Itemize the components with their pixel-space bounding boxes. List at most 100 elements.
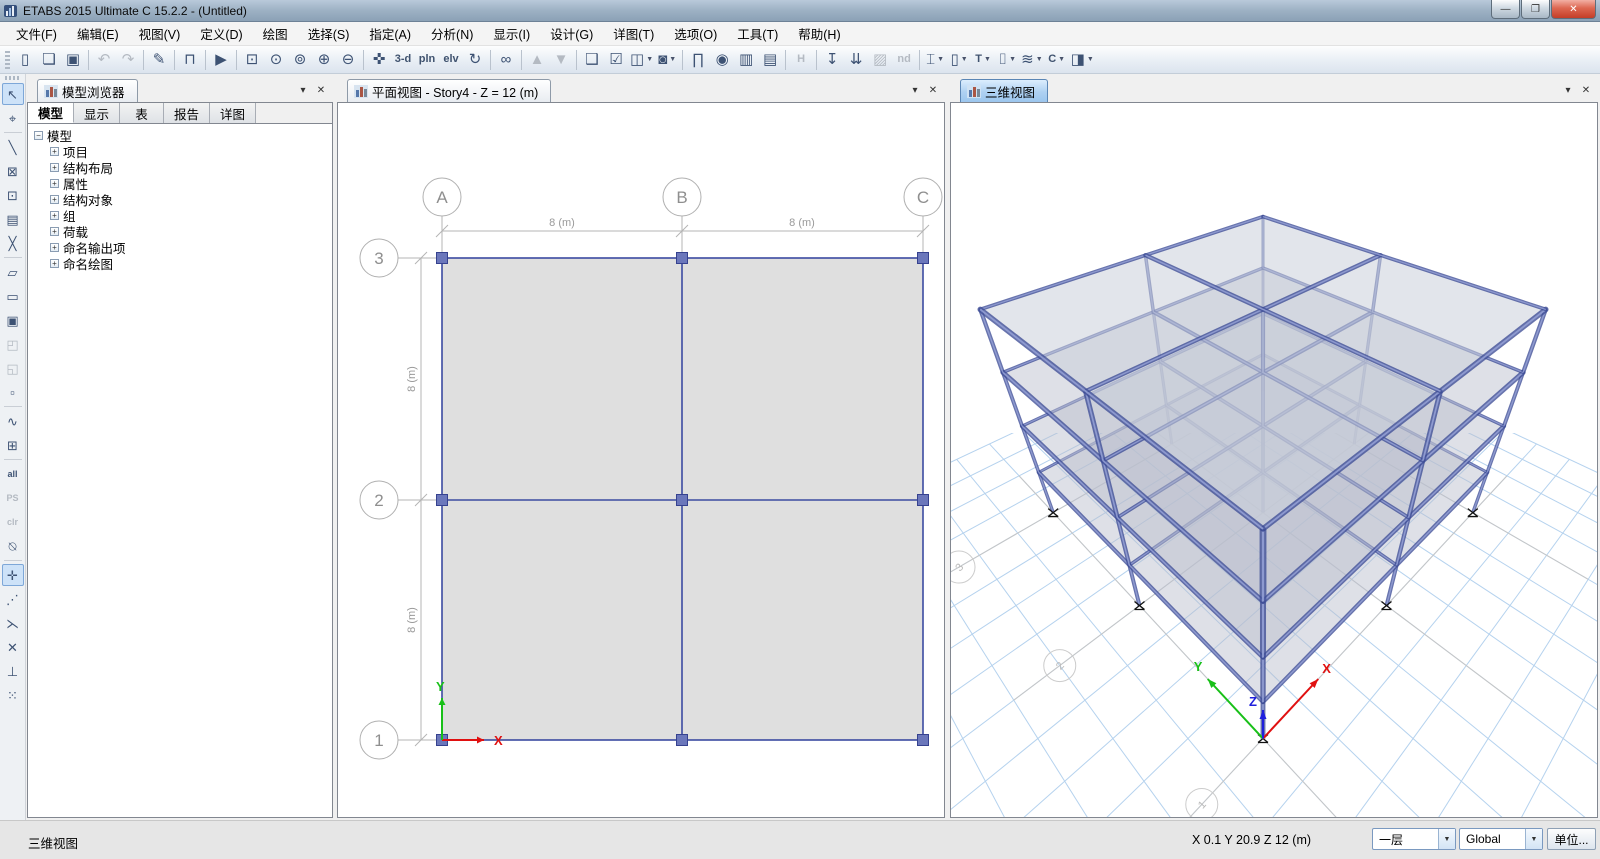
plan-canvas[interactable]: A B C 3 2 1 8 (m) 8 (m) 8 (m) 8 (m): [338, 103, 944, 817]
close-button[interactable]: ✕: [1551, 0, 1596, 19]
edit-grid-button[interactable]: ⊞: [2, 434, 24, 456]
browser-tab-3[interactable]: 报告: [164, 103, 210, 123]
save-model-button[interactable]: ▣: [61, 48, 85, 72]
panel-menu-icon[interactable]: ▾: [295, 83, 311, 97]
browser-tab-2[interactable]: 表: [120, 103, 164, 123]
browser-tab-4[interactable]: 详图: [210, 103, 256, 123]
expand-icon[interactable]: +: [50, 259, 59, 268]
menu-item-1[interactable]: 编辑(E): [67, 21, 129, 46]
section-tee-button[interactable]: T▼: [971, 48, 995, 72]
expand-icon[interactable]: +: [50, 163, 59, 172]
snap-to-midpoints-button[interactable]: ⋋: [2, 612, 24, 634]
zoom-in-button[interactable]: ⊕: [312, 48, 336, 72]
expand-icon[interactable]: +: [50, 179, 59, 188]
view3d-menu-icon[interactable]: ▾: [1560, 83, 1576, 97]
chevron-down-icon[interactable]: ▼: [646, 56, 653, 63]
expand-icon[interactable]: +: [50, 243, 59, 252]
menu-item-11[interactable]: 选项(O): [664, 21, 727, 46]
set-display-options-button[interactable]: ☑: [604, 48, 628, 72]
expand-icon[interactable]: +: [50, 147, 59, 156]
menu-item-8[interactable]: 显示(I): [483, 21, 540, 46]
select-all-button[interactable]: all: [2, 463, 24, 485]
deselect-lines-button[interactable]: ⍉: [2, 535, 24, 557]
plan-menu-icon[interactable]: ▾: [907, 83, 923, 97]
view3d-close-icon[interactable]: ✕: [1578, 83, 1594, 97]
rubber-band-zoom-button[interactable]: ⊡: [240, 48, 264, 72]
story-dropdown[interactable]: 一层 ▼: [1372, 828, 1456, 850]
chevron-down-icon[interactable]: ▼: [1058, 56, 1065, 63]
browser-tab-0[interactable]: 模型: [28, 103, 74, 123]
chevron-down-icon[interactable]: ▼: [961, 56, 968, 63]
menu-item-0[interactable]: 文件(F): [6, 21, 67, 46]
snap-to-joints-button[interactable]: ✛: [2, 564, 24, 586]
menu-item-9[interactable]: 设计(G): [540, 21, 603, 46]
section-truss-button[interactable]: ≋▼: [1019, 48, 1045, 72]
expand-icon[interactable]: +: [50, 227, 59, 236]
open-model-button[interactable]: ❏: [37, 48, 61, 72]
reshape-objects-button[interactable]: ⌖: [2, 107, 24, 129]
pan-button[interactable]: ✜: [367, 48, 391, 72]
snap-to-perpendicular-button[interactable]: ⊥: [2, 660, 24, 682]
plan-view-tab[interactable]: 平面视图 - Story4 - Z = 12 (m): [347, 79, 551, 102]
quick-draw-area-button[interactable]: ▣: [2, 309, 24, 331]
quick-draw-braces-button[interactable]: ╳: [2, 232, 24, 254]
quick-draw-frame-button[interactable]: ⊠: [2, 160, 24, 182]
panel-close-icon[interactable]: ✕: [313, 83, 329, 97]
rotate-3d-view-button[interactable]: ↻: [463, 48, 487, 72]
draw-frame-button[interactable]: ╲: [2, 136, 24, 158]
coordinate-system-dropdown[interactable]: Global ▼: [1459, 828, 1543, 850]
menu-item-3[interactable]: 定义(D): [190, 21, 252, 46]
palette-grip[interactable]: [5, 76, 21, 80]
object-shading-button[interactable]: ◫▼: [628, 48, 655, 72]
draw-opening-button[interactable]: ▫: [2, 381, 24, 403]
section-rectangular-button[interactable]: ▯▼: [947, 48, 971, 72]
perspective-toggle-button[interactable]: ∞: [494, 48, 518, 72]
toolbar-grip[interactable]: [5, 51, 10, 69]
section-boxed-i-button[interactable]: ⌷▼: [995, 48, 1019, 72]
section-channel-button[interactable]: C▼: [1045, 48, 1069, 72]
browser-tab-1[interactable]: 显示: [74, 103, 120, 123]
chevron-down-icon[interactable]: ▼: [1087, 56, 1094, 63]
units-button[interactable]: 单位...: [1547, 828, 1596, 850]
draw-options-button[interactable]: ◙▼: [655, 48, 679, 72]
menu-item-2[interactable]: 视图(V): [129, 21, 191, 46]
expand-icon[interactable]: +: [50, 195, 59, 204]
snap-to-grid-button[interactable]: ⁙: [2, 684, 24, 706]
draw-area-button[interactable]: ▱: [2, 261, 24, 283]
section-i-beam-button[interactable]: ⌶▼: [923, 48, 947, 72]
chevron-down-icon[interactable]: ▼: [984, 56, 991, 63]
run-analysis-button[interactable]: ▶: [209, 48, 233, 72]
menu-item-12[interactable]: 工具(T): [727, 21, 788, 46]
chevron-down-icon[interactable]: ▼: [937, 56, 944, 63]
new-model-button[interactable]: ▯: [13, 48, 37, 72]
deck-properties-button[interactable]: ▤: [758, 48, 782, 72]
menu-item-5[interactable]: 选择(S): [298, 21, 360, 46]
menu-item-4[interactable]: 绘图: [253, 21, 298, 46]
view-3d-canvas[interactable]: 123XYZ: [951, 103, 1597, 817]
model-browser-tab[interactable]: 模型浏览器: [37, 79, 138, 102]
draw-link-button[interactable]: ∿: [2, 410, 24, 432]
expand-icon[interactable]: +: [50, 211, 59, 220]
lock-model-button[interactable]: ⊓: [178, 48, 202, 72]
plan-close-icon[interactable]: ✕: [925, 83, 941, 97]
restore-full-view-button[interactable]: ⊙: [264, 48, 288, 72]
building-model[interactable]: [980, 217, 1546, 739]
wall-properties-button[interactable]: ▥: [734, 48, 758, 72]
view-plan-button[interactable]: pln: [415, 48, 439, 72]
chevron-down-icon[interactable]: ▼: [1036, 56, 1043, 63]
chevron-down-icon[interactable]: ▼: [1009, 56, 1016, 63]
view-elevation-button[interactable]: elv: [439, 48, 463, 72]
section-wall-button[interactable]: ◨▼: [1069, 48, 1096, 72]
tree-item-8[interactable]: +命名绘图: [30, 255, 330, 271]
snap-to-ends-button[interactable]: ⋰: [2, 588, 24, 610]
edit-pencil-button[interactable]: ✎: [147, 48, 171, 72]
menu-item-7[interactable]: 分析(N): [421, 21, 483, 46]
previous-zoom-button[interactable]: ⊚: [288, 48, 312, 72]
draw-rectangular-area-button[interactable]: ▭: [2, 285, 24, 307]
menu-item-13[interactable]: 帮助(H): [788, 21, 850, 46]
snap-to-intersections-button[interactable]: ✕: [2, 636, 24, 658]
joint-load-button[interactable]: ↧: [820, 48, 844, 72]
joint-assign-button[interactable]: ◉: [710, 48, 734, 72]
quick-draw-column-button[interactable]: ⊡: [2, 184, 24, 206]
collapse-icon[interactable]: −: [34, 131, 43, 140]
